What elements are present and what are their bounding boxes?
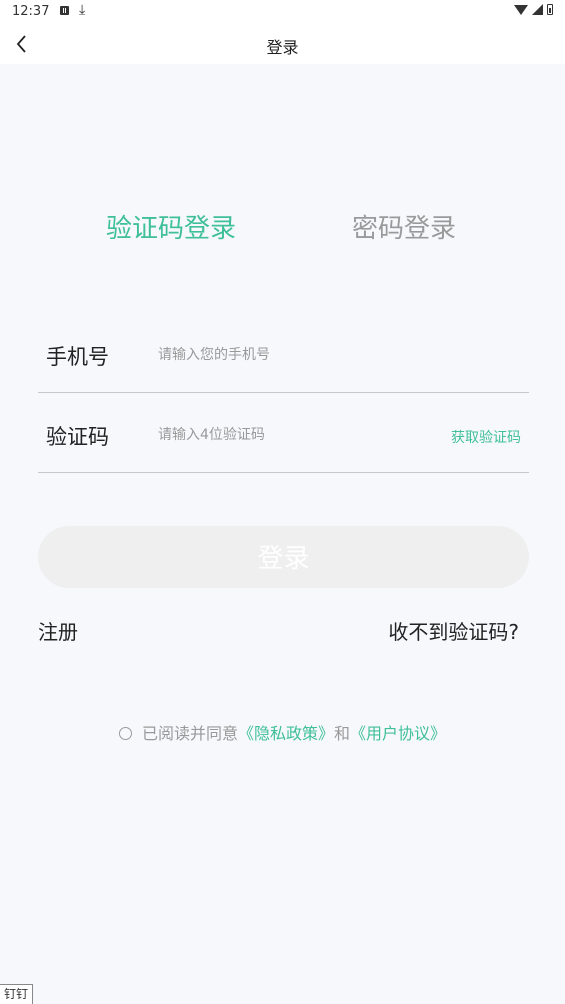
no-code-help-link[interactable]: 收不到验证码? [388, 616, 519, 645]
agreement-text: 已阅读并同意 [141, 724, 238, 743]
divider [38, 472, 529, 473]
nav-bar: 登录 [0, 24, 565, 64]
login-button[interactable]: 登录 [38, 526, 529, 588]
app-notification-icon [60, 6, 69, 15]
status-time: 12:37 [12, 4, 50, 19]
register-link[interactable]: 注册 [38, 616, 78, 645]
signal-icon [532, 4, 543, 15]
code-field-row: 验证码 获取验证码 [38, 403, 529, 473]
tab-password-login[interactable]: 密码登录 [352, 208, 456, 245]
phone-input[interactable] [158, 343, 418, 367]
status-bar: 12:37 ⤓ [0, 0, 565, 24]
battery-icon [547, 4, 553, 15]
agreement-row: 已阅读并同意《隐私政策》和《用户协议》 [0, 720, 565, 744]
page-title: 登录 [266, 38, 299, 57]
phone-field-row: 手机号 [38, 323, 529, 393]
code-input[interactable] [158, 423, 418, 447]
status-indicators [514, 4, 553, 15]
download-icon: ⤓ [79, 2, 86, 18]
agreement-and-text: 和 [334, 724, 351, 743]
get-code-button[interactable]: 获取验证码 [451, 427, 521, 447]
tab-code-login[interactable]: 验证码登录 [106, 208, 236, 245]
corner-tag: 钉钉 [0, 984, 34, 1004]
phone-label: 手机号 [46, 345, 109, 369]
divider [38, 392, 529, 393]
user-agreement-link[interactable]: 《用户协议》 [350, 724, 446, 743]
wifi-icon [514, 4, 528, 15]
code-label: 验证码 [46, 425, 109, 449]
agree-checkbox[interactable] [118, 727, 132, 740]
privacy-policy-link[interactable]: 《隐私政策》 [238, 724, 334, 743]
login-tabs: 验证码登录 密码登录 [0, 208, 565, 248]
